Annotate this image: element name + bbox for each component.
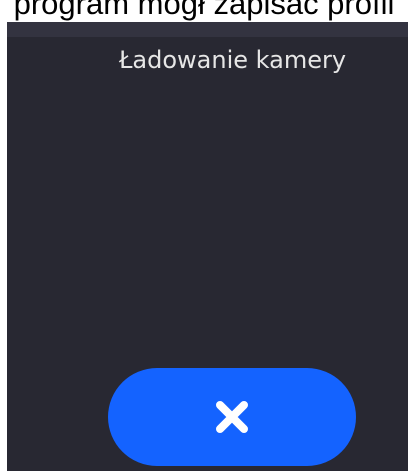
cancel-button[interactable] <box>108 368 356 466</box>
page: program mógł zapisać profil Ładowanie ka… <box>0 0 408 471</box>
device-screen: Ładowanie kamery <box>7 22 408 471</box>
screen-title: Ładowanie kamery <box>118 46 347 74</box>
close-icon <box>216 401 248 433</box>
status-strip <box>7 22 408 37</box>
document-caption: program mógł zapisać profil <box>13 0 395 21</box>
